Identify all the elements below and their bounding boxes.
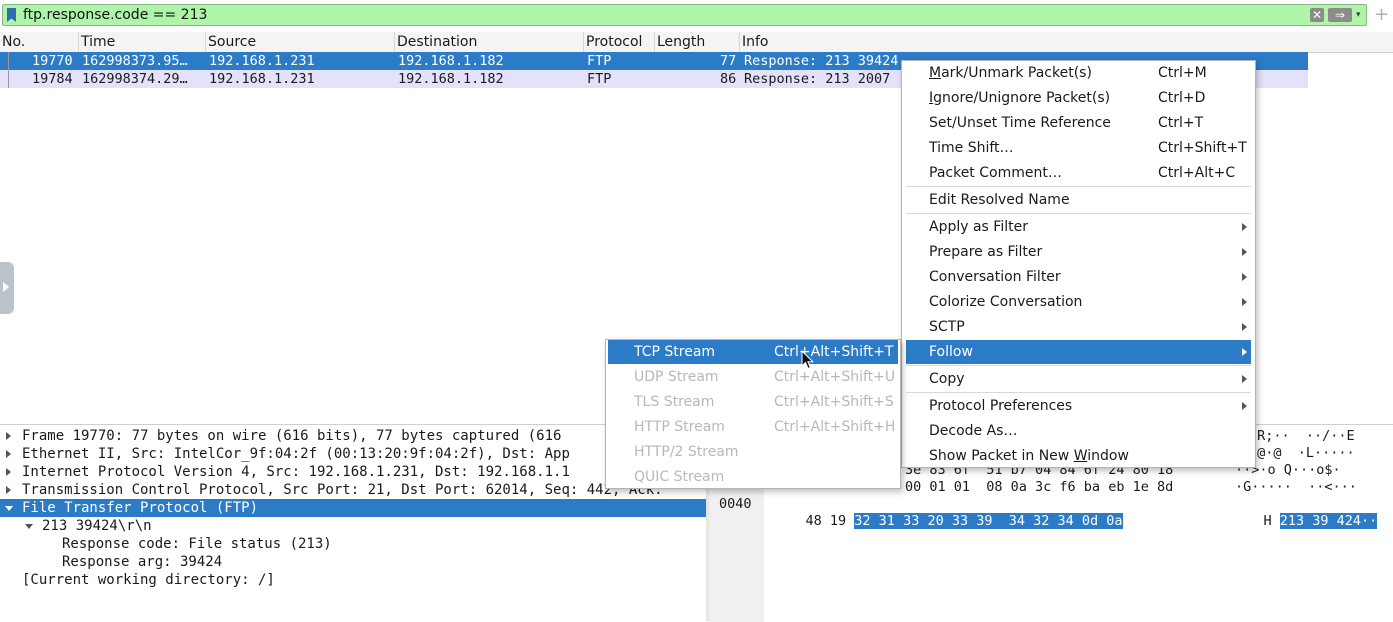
filter-history-dropdown-icon[interactable]: ▾: [1356, 8, 1366, 22]
column-header-source[interactable]: Source: [206, 32, 395, 52]
menu-item-sctp[interactable]: SCTP: [906, 315, 1251, 339]
mouse-pointer-icon: [801, 350, 815, 370]
tree-item-ip[interactable]: Internet Protocol Version 4, Src: 192.16…: [0, 463, 706, 481]
collapse-icon[interactable]: [5, 506, 13, 511]
submenu-item-tls-stream: TLS Stream Ctrl+Alt+Shift+S: [634, 394, 894, 410]
submenu-arrow-icon: [1242, 273, 1247, 281]
conversation-bracket: [8, 52, 9, 88]
submenu-item-quic-stream: QUIC Stream: [634, 469, 725, 485]
cell-source: 192.168.1.231: [209, 71, 315, 87]
ascii-highlight: 213 39 424··: [1279, 513, 1378, 529]
menu-item-prepare-as-filter[interactable]: Prepare as Filter: [906, 240, 1251, 264]
follow-submenu: TCP Stream Ctrl+Alt+Shift+T UDP Stream C…: [605, 339, 901, 489]
menu-item-time-shift[interactable]: Time Shift… Ctrl+Shift+T: [906, 136, 1251, 160]
cell-destination: 192.168.1.182: [398, 53, 504, 69]
cell-info: Response: 213 39424: [744, 53, 899, 69]
hex-row: 48 19 32 31 33 20 33 39 34 32 34 0d 0a: [805, 513, 1123, 529]
cell-info: Response: 213 2007: [744, 71, 891, 87]
column-header-info[interactable]: Info: [740, 32, 1393, 52]
bookmark-icon[interactable]: [7, 8, 16, 22]
tree-item-ethernet[interactable]: Ethernet II, Src: IntelCor_9f:04:2f (00:…: [0, 445, 706, 463]
menu-item-protocol-preferences[interactable]: Protocol Preferences: [906, 394, 1251, 418]
cell-length: 77: [720, 53, 737, 69]
expand-icon[interactable]: [6, 486, 11, 494]
submenu-arrow-icon: [1242, 375, 1247, 383]
offset-label: 0040: [719, 496, 752, 512]
tree-item-response-code[interactable]: Response code: File status (213): [0, 535, 706, 553]
expand-icon[interactable]: [6, 468, 11, 476]
display-filter-input[interactable]: [23, 6, 1293, 24]
menu-item-mark-unmark[interactable]: Mark/Unmark Packet(s) Ctrl+M: [906, 61, 1251, 85]
tree-item-tcp[interactable]: Transmission Control Protocol, Src Port:…: [0, 481, 706, 499]
display-filter-bar: ✕ ⇒ ▾ +: [0, 4, 1393, 28]
ascii-row: n@·@ ·L·····: [1249, 445, 1355, 461]
menu-separator: [906, 392, 1251, 393]
menu-item-conversation-filter[interactable]: Conversation Filter: [906, 265, 1251, 289]
menu-item-packet-comment[interactable]: Packet Comment… Ctrl+Alt+C: [906, 161, 1251, 185]
submenu-item-http-stream: HTTP Stream Ctrl+Alt+Shift+H: [634, 419, 896, 435]
submenu-arrow-icon: [1242, 248, 1247, 256]
column-header-length[interactable]: Length: [655, 32, 740, 52]
add-filter-button-icon[interactable]: +: [1374, 5, 1390, 25]
apply-filter-icon[interactable]: ⇒: [1328, 8, 1352, 22]
menu-item-apply-as-filter[interactable]: Apply as Filter: [906, 215, 1251, 239]
expand-icon[interactable]: [6, 432, 11, 440]
expand-icon[interactable]: [6, 450, 11, 458]
menu-item-follow[interactable]: Follow: [906, 340, 1251, 364]
cell-no: 19784: [32, 71, 73, 87]
tree-item-ftp[interactable]: File Transfer Protocol (FTP): [0, 499, 706, 517]
submenu-arrow-icon: [1242, 402, 1247, 410]
submenu-arrow-icon: [1242, 348, 1247, 356]
tree-item-response-line[interactable]: 213 39424\r\n: [0, 517, 706, 535]
menu-separator: [906, 365, 1251, 366]
tree-item-frame[interactable]: Frame 19770: 77 bytes on wire (616 bits)…: [0, 427, 706, 445]
menu-item-show-in-new-window[interactable]: Show Packet in New Window: [906, 444, 1251, 468]
tree-item-response-arg[interactable]: Response arg: 39424: [0, 553, 706, 571]
tree-item-cwd[interactable]: [Current working directory: /]: [0, 571, 706, 589]
collapse-icon[interactable]: [25, 524, 33, 529]
submenu-item-http2-stream: HTTP/2 Stream: [634, 444, 739, 460]
submenu-arrow-icon: [1242, 298, 1247, 306]
submenu-arrow-icon: [1242, 223, 1247, 231]
column-header-protocol[interactable]: Protocol: [584, 32, 655, 52]
submenu-item-udp-stream: UDP Stream Ctrl+Alt+Shift+U: [634, 369, 896, 385]
menu-item-decode-as[interactable]: Decode As…: [906, 419, 1251, 443]
ascii-row: .R;·· ··/··E: [1249, 428, 1355, 444]
menu-item-edit-resolved-name[interactable]: Edit Resolved Name: [906, 188, 1251, 212]
menu-item-time-reference[interactable]: Set/Unset Time Reference Ctrl+T: [906, 111, 1251, 135]
menu-separator: [906, 213, 1251, 214]
packet-list-header: No. Time Source Destination Protocol Len…: [0, 32, 1393, 53]
packet-details-pane: Frame 19770: 77 bytes on wire (616 bits)…: [0, 424, 706, 622]
cell-no: 19770: [32, 53, 73, 69]
sidebar-toggle-handle[interactable]: [0, 262, 14, 314]
column-header-no[interactable]: No.: [0, 32, 79, 52]
hex-highlight: 32 31 33 20 33 39 34 32 34 0d 0a: [854, 513, 1123, 529]
ascii-row: ·G····· ··<···: [1235, 479, 1357, 495]
submenu-item-tcp-stream[interactable]: TCP Stream Ctrl+Alt+Shift+T: [608, 340, 898, 364]
cell-source: 192.168.1.231: [209, 53, 315, 69]
cell-destination: 192.168.1.182: [398, 71, 504, 87]
cell-protocol: FTP: [587, 53, 612, 69]
column-header-time[interactable]: Time: [79, 32, 206, 52]
menu-item-colorize-conversation[interactable]: Colorize Conversation: [906, 290, 1251, 314]
cell-time: 162998374.29…: [82, 71, 188, 87]
submenu-arrow-icon: [1242, 323, 1247, 331]
menu-item-ignore-unignore[interactable]: Ignore/Unignore Packet(s) Ctrl+D: [906, 86, 1251, 110]
expand-arrow-icon: [3, 282, 9, 292]
packet-context-menu: Mark/Unmark Packet(s) Ctrl+M Ignore/Unig…: [901, 60, 1256, 468]
column-header-destination[interactable]: Destination: [395, 32, 584, 52]
display-filter-field[interactable]: ✕ ⇒ ▾: [2, 4, 1367, 26]
ascii-row: H 213 39 424··: [1263, 513, 1378, 529]
cell-time: 162998373.95…: [82, 53, 188, 69]
menu-separator: [906, 186, 1251, 187]
clear-filter-icon[interactable]: ✕: [1310, 8, 1324, 22]
cell-length: 86: [720, 71, 737, 87]
cell-protocol: FTP: [587, 71, 612, 87]
hex-row: 00 01 01 08 0a 3c f6 ba eb 1e 8d: [905, 479, 1174, 495]
menu-item-copy[interactable]: Copy: [906, 367, 1251, 391]
